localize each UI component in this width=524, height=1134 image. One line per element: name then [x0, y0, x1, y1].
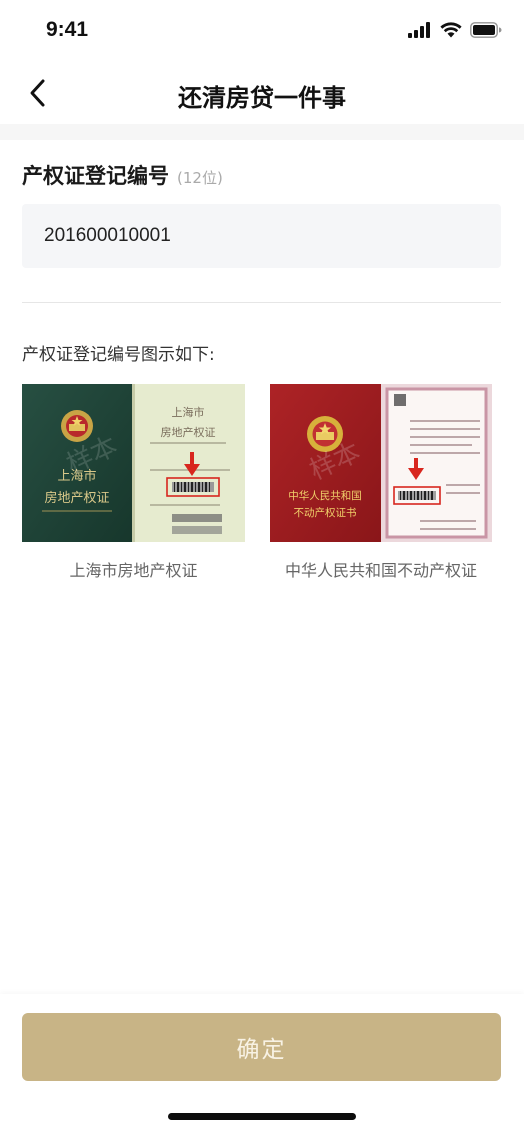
- national-certificate-caption: 中华人民共和国不动产权证: [284, 561, 477, 580]
- field-hint: (12位): [177, 169, 223, 187]
- barcode-icon: [172, 482, 214, 492]
- status-time: 9:41: [46, 18, 89, 41]
- cellular-signal-icon: [408, 22, 430, 38]
- page-line-1: 上海市: [172, 405, 205, 419]
- certificate-number-input-container: [22, 204, 501, 268]
- qr-code-icon: [394, 394, 406, 406]
- section-separator: [0, 124, 524, 140]
- nav-bar: 还清房贷一件事: [0, 62, 524, 124]
- home-indicator: [168, 1113, 356, 1120]
- cover-line-2: 不动产权证书: [294, 506, 357, 519]
- field-label: 产权证登记编号 (12位): [22, 160, 223, 190]
- status-bar: 9:41: [0, 0, 524, 62]
- page-line-2: 房地产权证: [161, 425, 216, 439]
- divider: [22, 302, 501, 303]
- shanghai-certificate-caption: 上海市房地产权证: [69, 561, 198, 580]
- cover-line-2: 房地产权证: [44, 490, 109, 506]
- battery-icon: [470, 22, 502, 38]
- national-emblem-icon: [61, 410, 93, 442]
- example-title: 产权证登记编号图示如下:: [22, 345, 215, 365]
- status-icons: [408, 22, 502, 38]
- wifi-icon: [440, 22, 462, 38]
- national-certificate-image: 中华人民共和国 不动产权证书 样本: [270, 384, 492, 542]
- page-title: 还清房贷一件事: [178, 84, 346, 112]
- field-label-text: 产权证登记编号: [22, 164, 169, 188]
- cover-line-1: 中华人民共和国: [288, 489, 362, 502]
- certificate-number-input[interactable]: [22, 204, 501, 268]
- shanghai-certificate-image: 上海市 房地产权证 上海市 房地产权证 样本: [22, 384, 245, 542]
- barcode-icon: [398, 491, 436, 500]
- confirm-button[interactable]: 确定: [22, 1013, 501, 1081]
